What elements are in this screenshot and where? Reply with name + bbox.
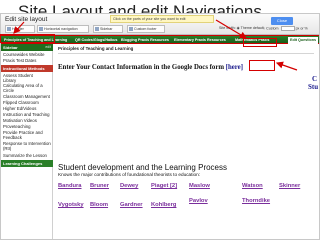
theorist-link-thorndike[interactable]: Thorndike bbox=[242, 198, 270, 204]
nav-item-blogging-praxis[interactable]: Blogging Praxis Resources bbox=[121, 37, 169, 44]
sidebar-header: Sidebar edit bbox=[1, 44, 53, 51]
sidebar-section-instructional-methods: Instructional Methods bbox=[1, 65, 53, 72]
sidebar-item-praxis-dates[interactable]: Praxis Test Dates bbox=[1, 58, 53, 63]
nav-item-edit-questions[interactable]: Edit Questions bbox=[288, 37, 319, 44]
title-divider bbox=[58, 53, 314, 54]
theorist-link-skinner[interactable]: Skinner bbox=[279, 183, 300, 189]
section-heading: Student development and the Learning Pro… bbox=[58, 163, 228, 172]
custom-width-control[interactable]: ○ Custom px or % bbox=[263, 26, 308, 31]
sidebar-item-area-circle[interactable]: Calculating Area of a Circle bbox=[1, 83, 53, 94]
nav-item-qr-codes[interactable]: QR Codes/Glogs/Haikus bbox=[75, 37, 117, 44]
edit-layout-label: Edit site layout bbox=[5, 16, 48, 23]
annotation-box-here bbox=[249, 60, 275, 71]
site-width-control[interactable]: Site width: ◉ Theme default bbox=[219, 26, 264, 30]
nav-item-elementary-praxis[interactable]: Elementary Praxis Resources bbox=[174, 37, 226, 44]
sidebar-item-motivation-videos[interactable]: Motivation Videos bbox=[1, 118, 53, 123]
clipped-text-fragment-1: C bbox=[312, 75, 318, 83]
sidebar-item-classroom-management[interactable]: Classroom Management bbox=[1, 94, 53, 99]
theorist-link-dewey[interactable]: Dewey bbox=[120, 183, 138, 189]
theorist-link-gardner[interactable]: Gardner bbox=[120, 202, 143, 208]
header-button[interactable]: Header bbox=[5, 25, 35, 33]
sidebar-item-summarize-lesson[interactable]: Summarize the Lesson bbox=[1, 153, 53, 158]
sidebar-item-practice-feedback[interactable]: Provide Practice and Feedback bbox=[1, 130, 53, 141]
theorist-link-bloom[interactable]: Bloom bbox=[90, 202, 108, 208]
contact-info-line: Enter Your Contact Information in the Go… bbox=[58, 64, 243, 71]
sidebar-item-instruction-teaching[interactable]: Instruction and Teaching bbox=[1, 112, 53, 117]
theorist-link-kohlberg[interactable]: Kohlberg bbox=[151, 202, 176, 208]
annotation-box-top-left bbox=[0, 34, 55, 43]
edit-hint-banner: Click on the parts of your site you want… bbox=[110, 15, 214, 23]
theme-default-radio[interactable]: ◉ bbox=[237, 26, 240, 30]
here-link[interactable]: [here] bbox=[226, 64, 243, 71]
sidebar-item-coursewides[interactable]: Coursewides Website bbox=[1, 52, 53, 57]
sidebar-item-proveteaching[interactable]: Proveteaching bbox=[1, 124, 53, 129]
theorist-link-pavlov[interactable]: Pavlov bbox=[189, 198, 208, 204]
horizontal-navigation-button[interactable]: Horizontal navigation bbox=[37, 25, 89, 33]
sidebar-section-learning-challenges: Learning Challenges bbox=[1, 160, 53, 167]
sidebar-item-rti[interactable]: Response to Intervention (RtI) bbox=[1, 141, 53, 152]
sidebar-button[interactable]: Sidebar bbox=[93, 25, 123, 33]
sidebar-item-flipped-classroom[interactable]: Flipped Classroom bbox=[1, 100, 53, 105]
header-icon bbox=[7, 27, 11, 31]
main-content: Principles of Teaching and Learning Ente… bbox=[54, 44, 319, 239]
sidebar-icon bbox=[95, 27, 99, 31]
sidebar-edit-link[interactable]: edit bbox=[45, 44, 51, 51]
theorist-link-bandura[interactable]: Bandura bbox=[58, 183, 82, 189]
theorist-link-bruner[interactable]: Bruner bbox=[90, 183, 109, 189]
footer-icon bbox=[129, 27, 133, 31]
theorist-link-piaget[interactable]: Piaget [2] bbox=[151, 183, 177, 189]
theorist-link-vygotsky[interactable]: Vygotsky bbox=[58, 202, 84, 208]
site-screenshot: Edit site layout Click on the parts of y… bbox=[0, 13, 320, 240]
clipped-text-fragment-2: Stu bbox=[308, 83, 319, 91]
annotation-box-right bbox=[243, 38, 277, 47]
page-title: Principles of Teaching and Learning bbox=[58, 46, 134, 51]
sidebar-item-higher-ed[interactable]: Higher Ed/Videos bbox=[1, 106, 53, 111]
navigation-icon bbox=[39, 27, 43, 31]
theorist-link-maslow[interactable]: Maslow bbox=[189, 183, 210, 189]
section-intro-text: Knows the major contributions of foundat… bbox=[58, 172, 201, 177]
custom-width-input[interactable] bbox=[280, 26, 295, 31]
custom-radio[interactable]: ○ bbox=[263, 26, 265, 30]
close-button[interactable]: Close bbox=[271, 17, 293, 25]
edit-layout-toolbar: Edit site layout Click on the parts of y… bbox=[1, 14, 319, 35]
theorist-link-watson[interactable]: Watson bbox=[242, 183, 263, 189]
custom-footer-button[interactable]: Custom footer bbox=[127, 25, 165, 33]
sidebar: Sidebar edit Coursewides Website Praxis … bbox=[1, 44, 53, 239]
